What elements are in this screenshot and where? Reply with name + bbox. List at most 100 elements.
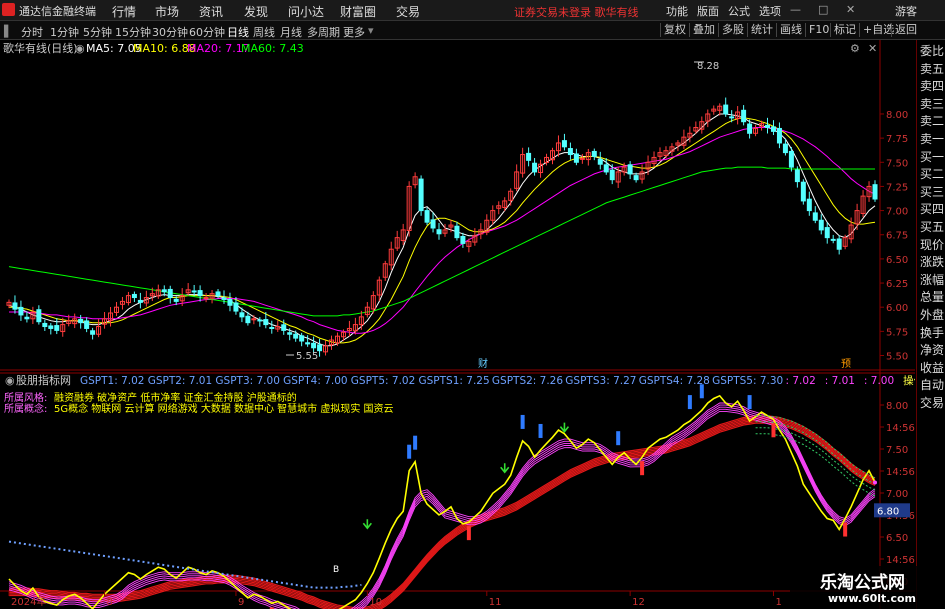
candle-body — [12, 302, 18, 310]
right-panel-item[interactable]: 涨幅 — [920, 273, 944, 287]
right-panel-item[interactable]: 卖五 — [920, 62, 944, 76]
tab-bar-toggle-icon[interactable]: ▌ — [4, 25, 12, 38]
more-dropdown-icon[interactable]: ▾ — [368, 24, 374, 37]
sub-legend-toggle-icon[interactable]: ◉ — [5, 374, 15, 387]
candle-body — [215, 291, 221, 297]
menu-gongneng[interactable]: 功能 — [666, 3, 688, 19]
high-annotation: 8.28 — [697, 61, 719, 72]
tab-1min[interactable]: 1分钟 — [50, 24, 79, 40]
signal-bar — [687, 395, 692, 410]
right-panel-item[interactable]: 净资 — [920, 343, 944, 357]
tab-60min[interactable]: 60分钟 — [189, 24, 225, 40]
main-y-tick-label: 7.00 — [886, 207, 908, 218]
chart-close-icon[interactable]: ✕ — [868, 42, 877, 55]
sub-legend-item: GSPTS2: 7.26 — [492, 375, 563, 387]
menu-gongshi[interactable]: 公式 — [728, 3, 750, 19]
menu-shichang[interactable]: 市场 — [155, 3, 179, 20]
ma-line-ma10 — [9, 117, 876, 344]
candle-body — [54, 325, 60, 331]
main-ma-lines — [8, 113, 876, 347]
menu-hangqing[interactable]: 行情 — [112, 3, 136, 20]
sub-y-tick-label: 14:56 — [886, 555, 915, 566]
fuquan-button[interactable]: 复权 — [660, 23, 689, 37]
candle-body — [424, 210, 430, 223]
watermark-title: 乐淘公式网 — [820, 573, 905, 593]
f10-button[interactable]: F10 — [805, 23, 832, 37]
right-panel-item[interactable]: 总量 — [920, 290, 944, 304]
candle-body — [239, 312, 245, 318]
app-title: 通达信金融终端 — [19, 5, 96, 18]
maximize-icon[interactable]: □ — [818, 3, 828, 16]
candle-body — [167, 288, 173, 299]
tab-weekly[interactable]: 周线 — [253, 24, 275, 40]
guest-login[interactable]: 游客 — [895, 3, 917, 19]
right-panel-item[interactable]: 卖二 — [920, 114, 944, 128]
main-y-tick-label: 6.50 — [886, 255, 908, 266]
tab-fenshi[interactable]: 分时 — [21, 24, 43, 40]
duogu-button[interactable]: 多股 — [718, 23, 747, 37]
right-panel-item[interactable]: 卖四 — [920, 79, 944, 93]
diejia-button[interactable]: 叠加 — [689, 23, 718, 37]
sub-legend-item: GSPT1: 7.02 — [80, 375, 144, 387]
right-panel-item[interactable]: 委比 — [920, 44, 944, 58]
concept-text: 5G概念 物联网 云计算 网络游戏 大数据 数据中心 智慧城市 虚拟现实 国资云 — [54, 402, 394, 415]
right-panel-item[interactable]: 卖一 — [920, 132, 944, 146]
candle-body — [609, 169, 615, 181]
back-button[interactable]: 返回 — [891, 23, 920, 37]
x-tick-label: 9 — [238, 597, 244, 608]
candle-body — [765, 124, 771, 128]
tongji-button[interactable]: 统计 — [747, 23, 776, 37]
watermark: 乐淘公式网 www.60lt.com — [790, 566, 945, 609]
tab-multi-period[interactable]: 多周期 — [307, 24, 340, 40]
right-panel-item[interactable]: 外盘 — [920, 308, 944, 322]
sub-legend-item: : 7.02 — [786, 375, 816, 387]
menu-caifuquan[interactable]: 财富圈 — [340, 3, 376, 20]
candle-body — [78, 318, 84, 324]
red-ribbon-line — [9, 422, 876, 609]
title-bar: 通达信金融终端 行情 市场 资讯 发现 问小达 财富圈 交易 证券交易未登录 歌… — [0, 0, 945, 21]
tab-5min[interactable]: 5分钟 — [83, 24, 112, 40]
close-icon[interactable]: ✕ — [846, 3, 855, 16]
legend-toggle-icon[interactable]: ◉ — [75, 42, 85, 55]
kline-chart[interactable]: 8.00 7.75 7.50 7.25 7.00 6.75 6.50 6.25 6.00 5.75… — [0, 40, 915, 609]
candle-body — [436, 229, 442, 235]
settings-gear-icon[interactable]: ⚙ — [850, 42, 860, 55]
right-panel-item[interactable]: 买三 — [920, 185, 944, 199]
candle-body — [42, 322, 48, 328]
tab-monthly[interactable]: 月线 — [280, 24, 302, 40]
right-panel-item[interactable]: 买一 — [920, 150, 944, 164]
right-panel-item[interactable]: 买二 — [920, 167, 944, 181]
menu-wenxiaoda[interactable]: 问小达 — [288, 3, 324, 20]
right-panel-item[interactable]: 换手 — [920, 326, 944, 340]
candle-body — [257, 319, 263, 322]
minimize-icon[interactable]: — — [790, 3, 801, 16]
menu-zixun[interactable]: 资讯 — [199, 3, 223, 20]
candle-body — [824, 227, 830, 239]
signal-bar — [413, 435, 418, 450]
right-panel-item[interactable]: 买四 — [920, 202, 944, 216]
menu-banmian[interactable]: 版面 — [697, 3, 719, 19]
huaxian-button[interactable]: 画线 — [776, 23, 805, 37]
x-tick-label: 2024年 — [11, 595, 46, 608]
tab-30min[interactable]: 30分钟 — [152, 24, 188, 40]
biaoji-button[interactable]: 标记 — [830, 23, 859, 37]
right-panel-item[interactable]: 现价 — [920, 238, 944, 252]
menu-jiaoyi[interactable]: 交易 — [396, 3, 420, 20]
right-panel-item[interactable]: 自动 — [920, 378, 944, 392]
tab-daily[interactable]: 日线 — [227, 24, 249, 40]
tab-15min[interactable]: 15分钟 — [115, 24, 151, 40]
right-panel-item[interactable]: 卖三 — [920, 97, 944, 111]
sub-legend-item: : 7.01 — [825, 375, 855, 387]
right-panel-item[interactable]: 交易 — [920, 396, 944, 410]
main-y-tick-label: 5.50 — [886, 352, 908, 363]
tab-more[interactable]: 更多 — [343, 24, 365, 40]
right-panel-item[interactable]: 买五 — [920, 220, 944, 234]
candle-body — [430, 219, 436, 229]
menu-faxian[interactable]: 发现 — [244, 3, 268, 20]
candle-body — [460, 235, 466, 244]
candle-body — [633, 175, 639, 181]
menu-xuanxiang[interactable]: 选项 — [759, 3, 781, 19]
right-panel-item[interactable]: 涨跌 — [920, 255, 944, 269]
right-panel-item[interactable]: 收益 — [920, 361, 944, 375]
candle-body — [776, 127, 782, 144]
